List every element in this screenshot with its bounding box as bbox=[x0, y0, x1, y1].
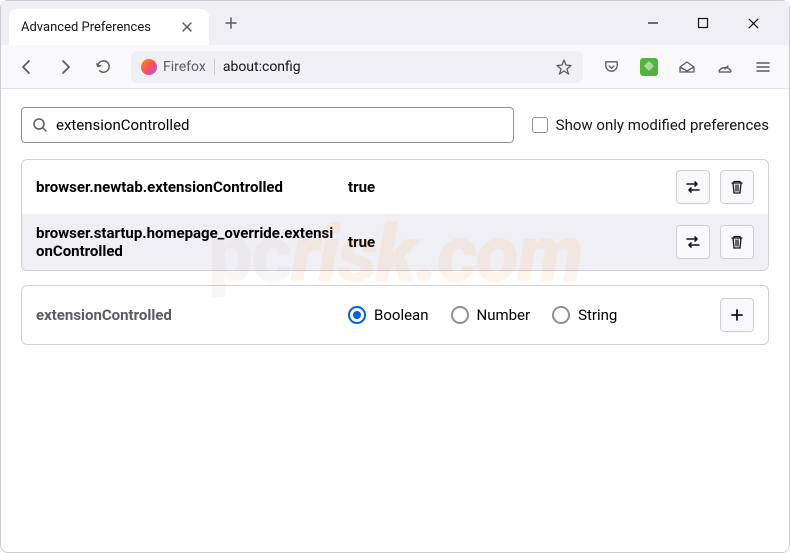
preference-value: true bbox=[348, 233, 664, 251]
modified-only-checkbox[interactable]: Show only modified preferences bbox=[532, 116, 769, 134]
add-button[interactable] bbox=[720, 298, 754, 332]
maximize-button[interactable] bbox=[687, 7, 719, 39]
minimize-button[interactable] bbox=[637, 7, 669, 39]
new-preference-name: extensionControlled bbox=[36, 306, 336, 324]
radio-label: Boolean bbox=[374, 306, 429, 324]
window-titlebar: Advanced Preferences bbox=[1, 1, 789, 45]
new-tab-button[interactable] bbox=[215, 7, 247, 39]
url-bar[interactable]: Firefox about:config bbox=[131, 51, 583, 83]
window-controls bbox=[637, 7, 781, 39]
radio-icon bbox=[552, 306, 570, 324]
pocket-button[interactable] bbox=[595, 51, 627, 83]
preference-name: browser.newtab.extensionControlled bbox=[36, 178, 336, 196]
close-window-button[interactable] bbox=[737, 7, 769, 39]
tab-title: Advanced Preferences bbox=[21, 20, 169, 35]
firefox-logo-icon bbox=[141, 59, 157, 75]
reload-button[interactable] bbox=[87, 51, 119, 83]
radio-icon bbox=[348, 306, 366, 324]
type-boolean-radio[interactable]: Boolean bbox=[348, 306, 429, 324]
type-radio-group: Boolean Number String bbox=[348, 306, 708, 324]
preference-value: true bbox=[348, 178, 664, 196]
new-preference-row: extensionControlled Boolean Number Strin… bbox=[21, 285, 769, 345]
preference-row[interactable]: browser.startup.homepage_override.extens… bbox=[22, 214, 768, 270]
bookmark-star-button[interactable] bbox=[555, 58, 573, 76]
browser-toolbar: Firefox about:config bbox=[1, 45, 789, 89]
delete-button[interactable] bbox=[720, 225, 754, 259]
app-menu-button[interactable] bbox=[747, 51, 779, 83]
close-tab-button[interactable] bbox=[177, 17, 197, 37]
preference-actions bbox=[676, 225, 754, 259]
preference-table: browser.newtab.extensionControlled true … bbox=[21, 159, 769, 271]
preference-row[interactable]: browser.newtab.extensionControlled true bbox=[22, 160, 768, 214]
mail-button[interactable] bbox=[671, 51, 703, 83]
radio-label: String bbox=[578, 306, 617, 324]
toggle-button[interactable] bbox=[676, 225, 710, 259]
toggle-button[interactable] bbox=[676, 170, 710, 204]
url-brand-label: Firefox bbox=[163, 59, 206, 75]
modified-only-label: Show only modified preferences bbox=[556, 116, 769, 134]
url-text: about:config bbox=[223, 59, 547, 75]
extension-icon bbox=[640, 58, 658, 76]
radio-label: Number bbox=[477, 306, 531, 324]
dashboard-button[interactable] bbox=[709, 51, 741, 83]
browser-tab[interactable]: Advanced Preferences bbox=[9, 9, 209, 45]
checkbox-icon bbox=[532, 117, 548, 133]
delete-button[interactable] bbox=[720, 170, 754, 204]
content-area: Show only modified preferences browser.n… bbox=[1, 89, 789, 363]
search-icon bbox=[32, 117, 48, 133]
search-row: Show only modified preferences bbox=[21, 107, 769, 143]
site-identity[interactable]: Firefox bbox=[141, 59, 215, 75]
search-box[interactable] bbox=[21, 107, 514, 143]
search-input[interactable] bbox=[56, 116, 503, 134]
preference-actions bbox=[676, 170, 754, 204]
extension-button[interactable] bbox=[633, 51, 665, 83]
forward-button[interactable] bbox=[49, 51, 81, 83]
type-string-radio[interactable]: String bbox=[552, 306, 617, 324]
radio-icon bbox=[451, 306, 469, 324]
back-button[interactable] bbox=[11, 51, 43, 83]
preference-name: browser.startup.homepage_override.extens… bbox=[36, 224, 336, 260]
type-number-radio[interactable]: Number bbox=[451, 306, 531, 324]
